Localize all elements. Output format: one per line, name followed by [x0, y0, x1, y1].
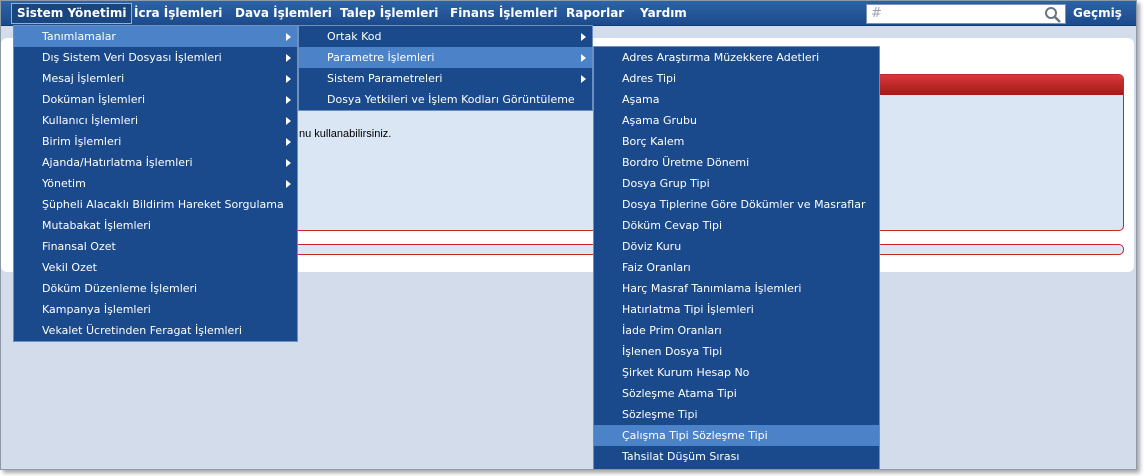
menu-item-label: Doküman İşlemleri	[42, 93, 146, 106]
menu-item-label: Ajanda/Hatırlatma İşlemleri	[42, 156, 193, 169]
menu-item-hatirlatma-tipi[interactable]: Hatırlatma Tipi İşlemleri	[594, 299, 879, 320]
history-button[interactable]: Geçmiş	[1073, 1, 1122, 26]
chevron-right-icon	[286, 117, 291, 125]
menu-item-mutabakat[interactable]: Mutabakat İşlemleri	[14, 215, 297, 236]
menu-item-label: Birim İşlemleri	[42, 135, 122, 148]
menu-item-dis-sistem[interactable]: Dış Sistem Veri Dosyası İşlemleri	[14, 47, 297, 68]
chevron-right-icon	[286, 54, 291, 62]
menu-raporlar[interactable]: Raporlar	[560, 1, 630, 26]
menu-tanimlamalar-dropdown: Ortak Kod Parametre İşlemleri Sistem Par…	[298, 25, 593, 111]
menu-item-label: Finansal Ozet	[42, 240, 116, 253]
menu-item-adres-tipi[interactable]: Adres Tipi	[594, 68, 879, 89]
menu-item-yonetim[interactable]: Yönetim	[14, 173, 297, 194]
menu-item-asama-grubu[interactable]: Aşama Grubu	[594, 110, 879, 131]
app-window: nu kullanabilirsiniz. Sistem Yönetimi İc…	[0, 0, 1137, 470]
chevron-right-icon	[286, 138, 291, 146]
menu-item-dosya-grup-tipi[interactable]: Dosya Grup Tipi	[594, 173, 879, 194]
menu-item-label: Vekalet Ücretinden Feragat İşlemleri	[42, 324, 242, 337]
menu-item-vekil-ozet[interactable]: Vekil Ozet	[14, 257, 297, 278]
menu-item-dokum-cevap-tipi[interactable]: Döküm Cevap Tipi	[594, 215, 879, 236]
menu-item-calisma-tipi[interactable]: Çalışma Tipi Sözleşme Tipi	[594, 425, 879, 446]
menu-item-sozlesme-atama[interactable]: Sözleşme Atama Tipi	[594, 383, 879, 404]
menu-item-adres-arastirma[interactable]: Adres Araştırma Müzekkere Adetleri	[594, 47, 879, 68]
menu-item-label: Sistem Parametreleri	[327, 72, 443, 85]
menu-item-label: Kampanya İşlemleri	[42, 303, 151, 316]
menu-item-dokuman[interactable]: Doküman İşlemleri	[14, 89, 297, 110]
menu-item-label: Dış Sistem Veri Dosyası İşlemleri	[42, 51, 222, 64]
menu-item-finansal-ozet[interactable]: Finansal Ozet	[14, 236, 297, 257]
menu-item-kampanya[interactable]: Kampanya İşlemleri	[14, 299, 297, 320]
menu-item-borc-kalem[interactable]: Borç Kalem	[594, 131, 879, 152]
info-text: nu kullanabilirsiniz.	[299, 128, 392, 140]
menu-item-parametre-islemleri[interactable]: Parametre İşlemleri	[299, 47, 592, 68]
menu-item-label: Döküm Düzenleme İşlemleri	[42, 282, 198, 295]
menu-item-supheli-alacakli[interactable]: Şüpheli Alacaklı Bildirim Hareket Sorgul…	[14, 194, 297, 215]
menu-talep-islemleri[interactable]: Talep İşlemleri	[334, 1, 444, 26]
menu-sistem-yonetimi-dropdown: Tanımlamalar Dış Sistem Veri Dosyası İşl…	[13, 25, 298, 342]
menu-item-mesaj[interactable]: Mesaj İşlemleri	[14, 68, 297, 89]
menu-item-sozlesme-tipi[interactable]: Sözleşme Tipi	[594, 404, 879, 425]
chevron-right-icon	[581, 54, 586, 62]
menu-parametre-islemleri-dropdown: Adres Araştırma Müzekkere Adetleri Adres…	[593, 46, 880, 469]
top-menubar: Sistem Yönetimi İcra İşlemleri Dava İşle…	[1, 1, 1136, 26]
menu-item-label: Mesaj İşlemleri	[42, 72, 125, 85]
menu-item-sistem-parametreleri[interactable]: Sistem Parametreleri	[299, 68, 592, 89]
menu-item-iade-prim[interactable]: İade Prim Oranları	[594, 320, 879, 341]
chevron-right-icon	[286, 180, 291, 188]
menu-item-label: Tanımlamalar	[42, 30, 116, 43]
menu-item-kullanici[interactable]: Kullanıcı İşlemleri	[14, 110, 297, 131]
menu-item-label: Mutabakat İşlemleri	[42, 219, 151, 232]
menu-item-islenen-dosya[interactable]: İşlenen Dosya Tipi	[594, 341, 879, 362]
menu-item-dosya-tiplerine-gore[interactable]: Dosya Tiplerine Göre Dökümler ve Masrafl…	[594, 194, 879, 215]
hash-icon: #	[871, 6, 882, 21]
menu-dava-islemleri[interactable]: Dava İşlemleri	[229, 1, 338, 26]
menu-item-ajanda[interactable]: Ajanda/Hatırlatma İşlemleri	[14, 152, 297, 173]
chevron-right-icon	[581, 33, 586, 41]
menu-icra-islemleri[interactable]: İcra İşlemleri	[128, 1, 228, 26]
menu-item-label: Ortak Kod	[327, 30, 382, 43]
menu-item-label: Şüpheli Alacaklı Bildirim Hareket Sorgul…	[42, 198, 284, 211]
menu-item-tahsilat-dusum[interactable]: Tahsilat Düşüm Sırası	[594, 446, 879, 467]
menu-item-dosya-yetkileri[interactable]: Dosya Yetkileri ve İşlem Kodları Görüntü…	[299, 89, 592, 110]
menu-finans-islemleri[interactable]: Finans İşlemleri	[444, 1, 563, 26]
menu-item-label: Vekil Ozet	[42, 261, 97, 274]
chevron-right-icon	[286, 96, 291, 104]
menu-item-birim[interactable]: Birim İşlemleri	[14, 131, 297, 152]
menu-item-label: Yönetim	[42, 177, 86, 190]
menu-item-label: Dosya Yetkileri ve İşlem Kodları Görüntü…	[327, 93, 575, 106]
menu-sistem-yonetimi[interactable]: Sistem Yönetimi	[11, 3, 133, 24]
chevron-right-icon	[286, 75, 291, 83]
menu-item-dokum-duzenleme[interactable]: Döküm Düzenleme İşlemleri	[14, 278, 297, 299]
search-icon[interactable]	[1044, 6, 1062, 24]
menu-item-doviz-kuru[interactable]: Döviz Kuru	[594, 236, 879, 257]
menu-item-tanimlamalar[interactable]: Tanımlamalar	[14, 26, 297, 47]
menu-item-faiz-oranlari[interactable]: Faiz Oranları	[594, 257, 879, 278]
menu-item-bordro-uretme[interactable]: Bordro Üretme Dönemi	[594, 152, 879, 173]
chevron-right-icon	[581, 75, 586, 83]
menu-item-ortak-kod[interactable]: Ortak Kod	[299, 26, 592, 47]
menu-item-label: Parametre İşlemleri	[327, 51, 435, 64]
search-input[interactable]: #	[866, 4, 1066, 24]
menu-yardim[interactable]: Yardım	[634, 1, 693, 26]
menu-item-harc-masraf[interactable]: Harç Masraf Tanımlama İşlemleri	[594, 278, 879, 299]
menu-item-asama[interactable]: Aşama	[594, 89, 879, 110]
menu-item-label: Kullanıcı İşlemleri	[42, 114, 139, 127]
menu-item-vekalet-ucreti[interactable]: Vekalet Ücretinden Feragat İşlemleri	[14, 320, 297, 341]
chevron-right-icon	[286, 159, 291, 167]
menu-item-sirket-kurum[interactable]: Şirket Kurum Hesap No	[594, 362, 879, 383]
chevron-right-icon	[286, 33, 291, 41]
